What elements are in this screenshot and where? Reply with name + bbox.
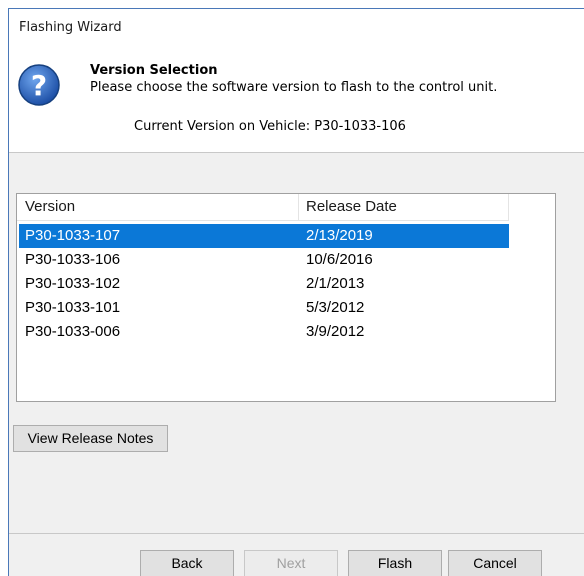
current-version-label: Current Version on Vehicle: <box>134 119 311 134</box>
header-description: Please choose the software version to fl… <box>90 80 498 95</box>
column-header-version[interactable]: Version <box>25 194 75 220</box>
version-row[interactable]: P30-1033-101 5/3/2012 <box>19 296 509 320</box>
header-title: Version Selection <box>90 63 218 78</box>
cancel-button[interactable]: Cancel <box>448 550 542 576</box>
title-bar: Flashing Wizard <box>9 9 584 49</box>
release-date-cell: 5/3/2012 <box>306 299 365 316</box>
version-row[interactable]: P30-1033-106 10/6/2016 <box>19 248 509 272</box>
version-cell: P30-1033-006 <box>25 323 121 340</box>
version-cell: P30-1033-107 <box>25 227 121 244</box>
question-help-icon: ? <box>18 64 60 106</box>
version-row[interactable]: P30-1033-107 2/13/2019 <box>19 224 509 248</box>
wizard-header: ? Version Selection Please choose the so… <box>9 49 584 153</box>
version-cell: P30-1033-101 <box>25 299 121 316</box>
flashing-wizard-window: Flashing Wizard ? Version Selection Plea… <box>8 8 584 576</box>
column-header-release-date[interactable]: Release Date <box>306 194 397 220</box>
wizard-body: Version Release Date P30-1033-107 2/13/2… <box>9 153 584 533</box>
current-version-line: Current Version on Vehicle: P30-1033-106 <box>134 119 406 134</box>
svg-text:?: ? <box>31 69 47 102</box>
release-date-cell: 3/9/2012 <box>306 323 365 340</box>
column-separator[interactable] <box>298 194 299 220</box>
version-row[interactable]: P30-1033-006 3/9/2012 <box>19 320 509 344</box>
next-button[interactable]: Next <box>244 550 338 576</box>
release-date-cell: 10/6/2016 <box>306 251 373 268</box>
flash-button[interactable]: Flash <box>348 550 442 576</box>
wizard-footer: Back Next Flash Cancel <box>9 533 584 576</box>
back-button[interactable]: Back <box>140 550 234 576</box>
window-title: Flashing Wizard <box>19 20 122 35</box>
column-separator[interactable] <box>508 194 509 220</box>
current-version-value: P30-1033-106 <box>314 119 406 134</box>
release-date-cell: 2/1/2013 <box>306 275 365 292</box>
listview-header: Version Release Date <box>17 194 509 221</box>
version-cell: P30-1033-106 <box>25 251 121 268</box>
version-row[interactable]: P30-1033-102 2/1/2013 <box>19 272 509 296</box>
version-cell: P30-1033-102 <box>25 275 121 292</box>
versions-listview[interactable]: Version Release Date P30-1033-107 2/13/2… <box>16 193 556 402</box>
release-date-cell: 2/13/2019 <box>306 227 373 244</box>
view-release-notes-button[interactable]: View Release Notes <box>13 425 168 452</box>
